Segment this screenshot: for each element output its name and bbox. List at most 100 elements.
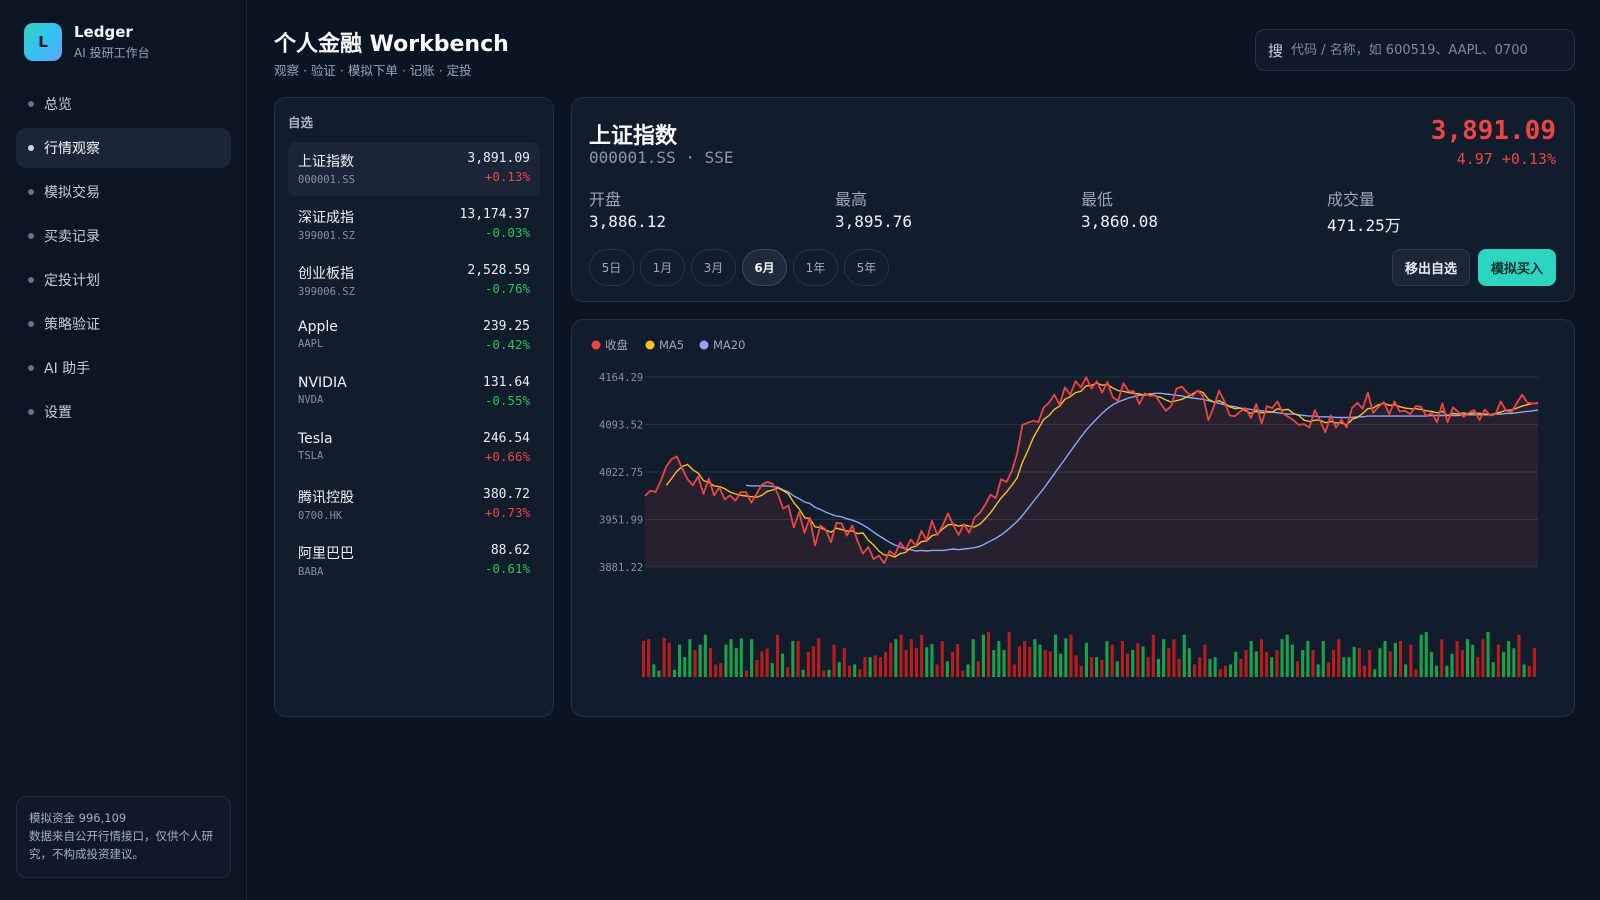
volume-bar	[1259, 639, 1263, 677]
volume-bar	[698, 644, 702, 677]
sidebar-item-settings[interactable]: 设置	[16, 392, 231, 432]
volume-bar	[1213, 657, 1217, 677]
volume-bar	[1435, 665, 1439, 678]
volume-bar	[1326, 662, 1330, 677]
volume-bar	[652, 664, 656, 677]
volume-bar	[1254, 651, 1258, 677]
sidebar-item-label: 定投计划	[44, 273, 100, 289]
stat-low: 最低 3,860.08	[1081, 186, 1158, 231]
legend-dot	[645, 340, 655, 350]
sim-funds-note: 模拟资金 996,109 数据来自公开行情接口，仅供个人研究，不构成投资建议。	[16, 796, 231, 878]
watchlist-row[interactable]: 腾讯控股 0700.HK 380.72 +0.73%	[288, 478, 540, 532]
volume-bar	[981, 634, 985, 677]
volume-bar	[1208, 659, 1212, 677]
watchlist-row[interactable]: Apple AAPL 239.25 -0.42%	[288, 310, 540, 364]
volume-bar	[1290, 644, 1294, 677]
watchlist-panel: 自选 上证指数 000001.SS 3,891.09 +0.13% 深证成指 399001…	[274, 97, 554, 717]
volume-bar	[1383, 641, 1387, 677]
stat-label: 开盘	[589, 190, 622, 209]
watchlist-left: 阿里巴巴 BABA	[298, 543, 354, 588]
stat-label: 最低	[1081, 190, 1114, 209]
sidebar-item-market-watch[interactable]: 行情观察	[16, 128, 231, 168]
volume-bar	[739, 638, 743, 677]
symbol-change: +0.13%	[484, 169, 530, 184]
remove-from-watchlist-button[interactable]: 移出自选	[1392, 249, 1470, 286]
symbol-name: 创业板指	[298, 266, 354, 282]
symbol-code: 399006.SZ	[298, 286, 355, 298]
sidebar-nav: 总览 行情观察 模拟交易 买卖记录定投计划策略验证 AI 助手设置	[16, 84, 231, 436]
watchlist-row[interactable]: NVIDIA NVDA 131.64 -0.55%	[288, 366, 540, 420]
search-icon: 搜	[1268, 41, 1284, 60]
watchlist-right: 131.64 -0.55%	[483, 375, 530, 420]
brand-name: Ledger	[74, 23, 133, 41]
search-input[interactable]	[1291, 42, 1562, 58]
symbol-price: 380.72	[483, 487, 530, 502]
volume-bar	[1496, 644, 1500, 677]
volume-bar	[935, 664, 939, 677]
range-button[interactable]: 5年	[844, 249, 889, 286]
simulated-buy-button[interactable]: 模拟买入	[1478, 249, 1556, 286]
volume-bar	[1491, 662, 1495, 677]
volume-bar	[693, 650, 697, 677]
volume-bar	[1445, 665, 1449, 678]
watchlist-row[interactable]: 创业板指 399006.SZ 2,528.59 -0.76%	[288, 254, 540, 308]
search-box[interactable]: 搜	[1255, 29, 1575, 71]
sidebar-item-dca-plans[interactable]: 定投计划	[16, 260, 231, 300]
volume-bar	[662, 637, 666, 677]
symbol-change: -0.03%	[484, 225, 530, 240]
volume-bar	[945, 661, 949, 677]
volume-bar	[1203, 644, 1207, 677]
symbol-code: 000001.SS	[298, 174, 355, 186]
volume-bar	[1399, 641, 1403, 677]
volume-bar	[858, 669, 862, 678]
symbol-change: -0.76%	[484, 281, 530, 296]
watchlist-right: 13,174.37 -0.03%	[460, 207, 530, 252]
volume-bar	[940, 641, 944, 677]
volume-bar	[719, 663, 723, 677]
range-button[interactable]: 6月	[742, 249, 787, 286]
symbol-name: 深证成指	[298, 210, 354, 226]
volume-bar	[678, 644, 682, 677]
range-button[interactable]: 3月	[691, 249, 736, 286]
bullet-icon	[28, 277, 34, 283]
watchlist-row[interactable]: Tesla TSLA 246.54 +0.66%	[288, 422, 540, 476]
sidebar-item-trade-records[interactable]: 买卖记录	[16, 216, 231, 256]
watchlist-row[interactable]: 上证指数 000001.SS 3,891.09 +0.13%	[288, 142, 540, 196]
sidebar-item-ai-assistant[interactable]: AI 助手	[16, 348, 231, 388]
stat-open: 开盘 3,886.12	[589, 186, 666, 231]
volume-bar	[1172, 639, 1176, 677]
volume-bar	[1187, 648, 1191, 677]
sidebar-item-label: AI 助手	[44, 361, 91, 377]
volume-bar	[1522, 664, 1526, 677]
range-button[interactable]: 5日	[589, 249, 634, 286]
volume-bar	[1156, 659, 1160, 677]
volume-bar	[724, 644, 728, 677]
range-button[interactable]: 1月	[640, 249, 685, 286]
sidebar-item-paper-trading[interactable]: 模拟交易	[16, 172, 231, 212]
watchlist-right: 239.25 -0.42%	[483, 319, 530, 364]
range-button[interactable]: 1年	[793, 249, 838, 286]
symbol-change: +0.66%	[484, 449, 530, 464]
watchlist-row[interactable]: 阿里巴巴 BABA 88.62 -0.61%	[288, 534, 540, 588]
volume-bar	[1465, 639, 1469, 677]
watchlist-right: 3,891.09 +0.13%	[467, 151, 530, 196]
volume-bar	[878, 657, 882, 677]
volume-bar	[1244, 650, 1248, 677]
watchlist-title: 自选	[288, 115, 314, 130]
volume-bar	[1270, 657, 1274, 677]
sidebar-item-overview[interactable]: 总览	[16, 84, 231, 124]
volume-bar	[1007, 632, 1011, 677]
volume-bar	[1342, 657, 1346, 677]
watchlist-row[interactable]: 深证成指 399001.SZ 13,174.37 -0.03%	[288, 198, 540, 252]
volume-bar	[1198, 657, 1202, 677]
watchlist-left: 腾讯控股 0700.HK	[298, 487, 354, 532]
symbol-name: 上证指数	[298, 154, 354, 170]
app-logo: L	[24, 23, 62, 61]
volume-bar	[817, 638, 821, 677]
volume-bar	[1481, 639, 1485, 677]
volume-bar	[1532, 648, 1536, 677]
brand[interactable]: L Ledger AI 投研工作台	[24, 23, 150, 61]
symbol-code: AAPL	[298, 338, 324, 350]
sidebar-item-strategy-backtest[interactable]: 策略验证	[16, 304, 231, 344]
volume-bar	[1218, 669, 1222, 678]
